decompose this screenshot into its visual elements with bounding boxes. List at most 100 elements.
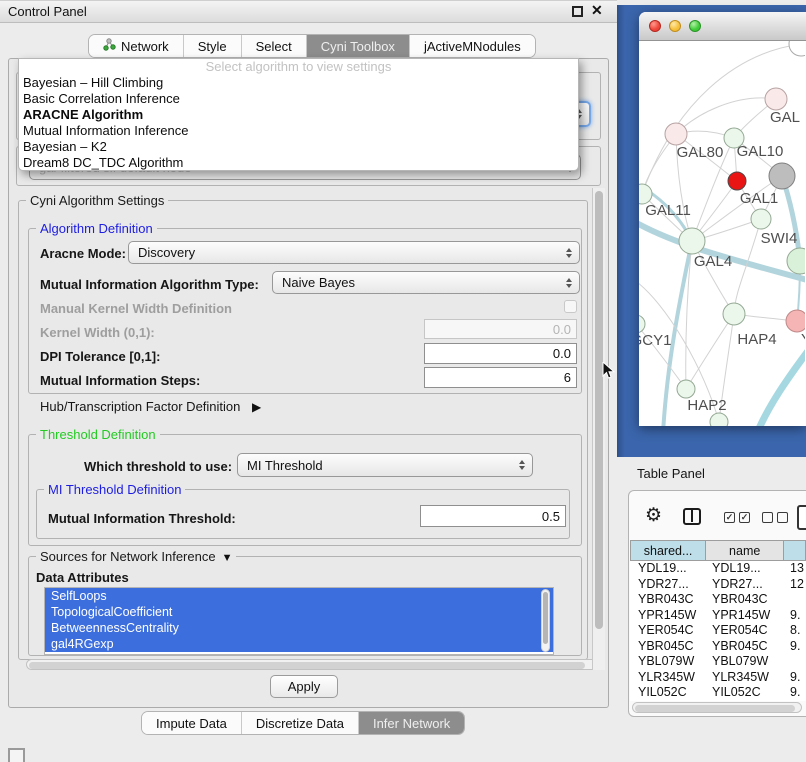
network-node-gal4[interactable]	[679, 228, 705, 254]
scrollbar-thumb[interactable]	[29, 662, 585, 669]
mi-steps-field[interactable]	[424, 367, 577, 388]
table-cell: 9.	[790, 685, 800, 699]
mi-threshold-field[interactable]	[420, 505, 566, 527]
combo-stepper-icon	[519, 460, 525, 470]
zoom-traffic-light-icon[interactable]	[689, 20, 701, 32]
table-cell: YIL052C	[638, 685, 687, 699]
control-panel-tabs: NetworkStyleSelectCyni ToolboxjActiveMNo…	[88, 34, 536, 58]
network-node-hap2[interactable]	[677, 380, 695, 398]
attributes-list-scrollbar[interactable]	[541, 589, 550, 652]
attribute-item-selfloops[interactable]: SelfLoops	[45, 588, 553, 604]
network-node-gal80[interactable]	[665, 123, 687, 145]
tab-infer-network[interactable]: Infer Network	[358, 712, 464, 734]
tab-network[interactable]: Network	[89, 35, 183, 57]
table-cell: YLR345W	[638, 670, 695, 684]
close-icon[interactable]: ✕	[591, 2, 603, 19]
tab-style[interactable]: Style	[183, 35, 241, 57]
table-cell: YPR145W	[638, 608, 696, 622]
table-row[interactable]: YBR043CYBR043C	[630, 592, 806, 608]
dpi-tolerance-field[interactable]	[424, 343, 577, 364]
network-node-hap4[interactable]	[723, 303, 745, 325]
kernel-width-field	[424, 319, 577, 339]
network-edge[interactable]	[757, 347, 805, 426]
network-node[interactable]	[789, 41, 805, 56]
manual-kernel-checkbox	[564, 300, 577, 313]
split-columns-icon[interactable]	[683, 508, 701, 525]
screenshot-root: Control Panel ✕ NetworkStyleSelectCyni T…	[0, 0, 806, 762]
dropdown-items: Bayesian – Hill ClimbingBasic Correlatio…	[19, 75, 578, 171]
minimized-panel-icon[interactable]	[8, 748, 25, 762]
settings-vertical-scrollbar[interactable]	[592, 188, 605, 670]
table-cell: 9.	[790, 608, 800, 622]
node-label-y: Y	[801, 331, 805, 348]
algorithm-option-mutual-information-inference[interactable]: Mutual Information Inference	[19, 123, 578, 139]
network-node-swi4[interactable]	[787, 248, 805, 274]
network-node-gal1[interactable]	[751, 209, 771, 229]
tab-impute-data[interactable]: Impute Data	[142, 712, 241, 734]
kernel-width-label: Kernel Width (0,1):	[40, 325, 155, 340]
close-traffic-light-icon[interactable]	[649, 20, 661, 32]
network-window-titlebar	[639, 12, 806, 41]
show-columns-icon[interactable]: ✓ ✓	[724, 512, 750, 523]
node-label-gal11: GAL11	[645, 202, 691, 219]
column-header-shared[interactable]: shared...	[630, 540, 706, 561]
table-cell: YDR27...	[712, 577, 763, 591]
network-edge[interactable]	[686, 314, 734, 389]
table-cell: YDL19...	[712, 561, 761, 575]
scrollbar-thumb[interactable]	[595, 191, 603, 629]
dpi-tolerance-label: DPI Tolerance [0,1]:	[40, 349, 160, 364]
network-node-y[interactable]	[786, 310, 805, 332]
node-label-gal80: GAL80	[677, 144, 724, 161]
network-canvas[interactable]: GALGAL80GAL10GAL11GAL1SWI4GAL4HAP4YGCY1H…	[639, 41, 805, 426]
table-row[interactable]: YDL19...YDL19...13	[630, 561, 806, 577]
column-header-name[interactable]: name	[706, 540, 784, 561]
table-row[interactable]: YLR345WYLR345W9.	[630, 670, 806, 686]
attribute-item-topologicalcoefficient[interactable]: TopologicalCoefficient	[45, 604, 553, 620]
hide-columns-icon[interactable]	[762, 512, 788, 523]
hub-definition-label: Hub/Transcription Factor Definition	[40, 399, 240, 414]
table-horizontal-scrollbar[interactable]	[632, 702, 802, 713]
table-row[interactable]: YDR27...YDR27...12	[630, 577, 806, 593]
table-row[interactable]: YBL079WYBL079W	[630, 654, 806, 670]
column-header-partial[interactable]	[784, 540, 806, 561]
table-row[interactable]: YBR045CYBR045C9.	[630, 639, 806, 655]
algorithm-option-basic-correlation-inference[interactable]: Basic Correlation Inference	[19, 91, 578, 107]
tab-jactivemnodules[interactable]: jActiveMNodules	[409, 35, 535, 57]
scrollbar-thumb[interactable]	[635, 705, 795, 712]
network-edge[interactable]	[676, 98, 776, 134]
algorithm-option-aracne-algorithm[interactable]: ARACNE Algorithm	[19, 107, 578, 123]
node-label-gcy1: GCY1	[639, 332, 671, 349]
sources-group-title[interactable]: Sources for Network Inference▼	[36, 549, 236, 564]
aracne-mode-label: Aracne Mode:	[40, 246, 126, 261]
attribute-item-betweennesscentrality[interactable]: BetweennessCentrality	[45, 620, 553, 636]
network-node[interactable]	[728, 172, 746, 190]
minimize-traffic-light-icon[interactable]	[669, 20, 681, 32]
algorithm-option-bayesian-k2[interactable]: Bayesian – K2	[19, 139, 578, 155]
network-node-gal[interactable]	[765, 88, 787, 110]
table-row[interactable]: YER054CYER054C8.	[630, 623, 806, 639]
float-window-icon[interactable]	[572, 6, 583, 17]
tab-select[interactable]: Select	[241, 35, 306, 57]
hub-definition-expander[interactable]: Hub/Transcription Factor Definition ▶	[40, 399, 261, 414]
aracne-mode-select[interactable]: Discovery	[128, 241, 580, 264]
attribute-item-gal4rgexp[interactable]: gal4RGexp	[45, 636, 553, 652]
gear-icon[interactable]: ⚙	[645, 504, 662, 527]
table-cell: YLR345W	[712, 670, 769, 684]
network-node[interactable]	[769, 163, 795, 189]
apply-button[interactable]: Apply	[270, 675, 338, 698]
network-node[interactable]	[710, 413, 728, 426]
settings-horizontal-scrollbar[interactable]	[26, 659, 598, 670]
which-threshold-select[interactable]: MI Threshold	[237, 453, 533, 477]
algorithm-option-dream8-dc-tdc-algorithm[interactable]: Dream8 DC_TDC Algorithm	[19, 155, 578, 171]
scrollbar-thumb[interactable]	[543, 592, 548, 644]
tab-cyni-toolbox[interactable]: Cyni Toolbox	[306, 35, 409, 57]
table-row[interactable]: YPR145WYPR145W9.	[630, 608, 806, 624]
network-icon	[103, 38, 116, 54]
network-node-gcy1[interactable]	[639, 315, 645, 333]
algorithm-option-bayesian-hill-climbing[interactable]: Bayesian – Hill Climbing	[19, 75, 578, 91]
document-icon[interactable]	[797, 505, 806, 530]
mi-type-select[interactable]: Naive Bayes	[272, 271, 580, 294]
tab-discretize-data[interactable]: Discretize Data	[241, 712, 358, 734]
table-row[interactable]: YIL052CYIL052C9.	[630, 685, 806, 701]
table-toolbar: ⚙ ✓ ✓	[628, 498, 806, 536]
